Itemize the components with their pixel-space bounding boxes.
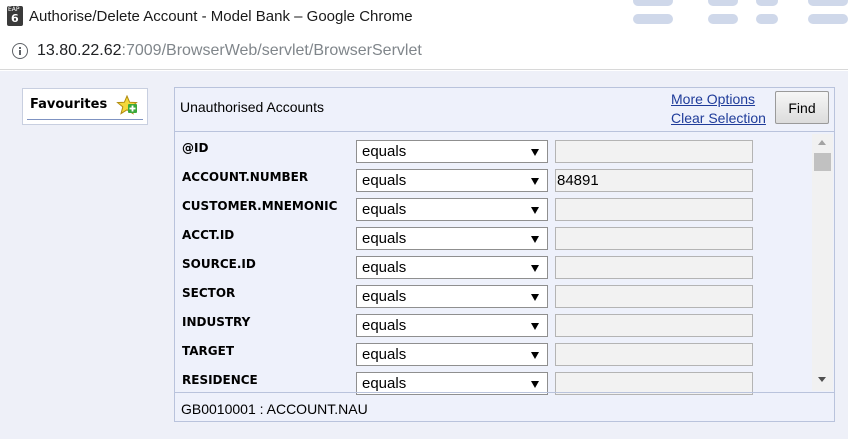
field-label: @ID — [182, 141, 209, 155]
dropdown-arrow-icon — [531, 207, 539, 214]
background-window-blur — [488, 0, 848, 33]
operator-value: equals — [362, 172, 407, 189]
field-label: ACCOUNT.NUMBER — [182, 170, 309, 184]
dropdown-arrow-icon — [531, 381, 539, 388]
app-icon: EAP 6 — [7, 6, 23, 26]
scroll-up-arrow-icon[interactable] — [818, 140, 826, 145]
dropdown-arrow-icon — [531, 149, 539, 156]
value-input[interactable] — [555, 140, 753, 163]
value-input[interactable] — [555, 256, 753, 279]
field-label: RESIDENCE — [182, 373, 258, 387]
value-input[interactable]: 84891 — [555, 169, 753, 192]
field-label: CUSTOMER.MNEMONIC — [182, 199, 338, 213]
operator-value: equals — [362, 259, 407, 276]
favourites-underline — [27, 119, 143, 120]
criteria-row: TARGET equals — [175, 337, 811, 366]
field-label: INDUSTRY — [182, 315, 251, 329]
criteria-row: ACCOUNT.NUMBER equals 84891 — [175, 163, 811, 192]
operator-select[interactable]: equals — [356, 285, 548, 308]
criteria-row: CUSTOMER.MNEMONIC equals — [175, 192, 811, 221]
panel-title: Unauthorised Accounts — [180, 99, 324, 115]
criteria-row: SECTOR equals — [175, 279, 811, 308]
value-input[interactable] — [555, 285, 753, 308]
clear-selection-link[interactable]: Clear Selection — [671, 110, 766, 126]
scroll-down-arrow-icon[interactable] — [818, 377, 826, 382]
dropdown-arrow-icon — [531, 178, 539, 185]
dropdown-arrow-icon — [531, 352, 539, 359]
operator-value: equals — [362, 288, 407, 305]
operator-select[interactable]: equals — [356, 227, 548, 250]
footer-divider — [175, 392, 834, 393]
operator-value: equals — [362, 317, 407, 334]
url-field[interactable]: 13.80.22.62:7009/BrowserWeb/servlet/Brow… — [37, 42, 422, 60]
scrollbar-thumb[interactable] — [814, 153, 831, 171]
value-input[interactable] — [555, 314, 753, 337]
operator-select[interactable]: equals — [356, 314, 548, 337]
operator-value: equals — [362, 201, 407, 218]
add-favourite-star-icon[interactable] — [116, 95, 138, 115]
operator-value: equals — [362, 230, 407, 247]
operator-select[interactable]: equals — [356, 198, 548, 221]
operator-select[interactable]: equals — [356, 169, 548, 192]
info-icon[interactable] — [12, 43, 28, 59]
criteria-row: SOURCE.ID equals — [175, 250, 811, 279]
value-input[interactable] — [555, 343, 753, 366]
criteria-scrollbar[interactable] — [812, 134, 833, 391]
field-label: TARGET — [182, 344, 235, 358]
footer-status-text: GB0010001 : ACCOUNT.NAU — [181, 401, 368, 417]
url-host: 13.80.22.62 — [37, 42, 122, 59]
operator-select[interactable]: equals — [356, 343, 548, 366]
dropdown-arrow-icon — [531, 323, 539, 330]
dropdown-arrow-icon — [531, 236, 539, 243]
operator-value: equals — [362, 375, 407, 392]
header-divider — [175, 131, 834, 132]
criteria-row: @ID equals — [175, 134, 811, 163]
operator-value: equals — [362, 346, 407, 363]
field-label: SECTOR — [182, 286, 236, 300]
criteria-row: ACCT.ID equals — [175, 221, 811, 250]
dropdown-arrow-icon — [531, 265, 539, 272]
operator-select[interactable]: equals — [356, 140, 548, 163]
more-options-link[interactable]: More Options — [671, 91, 755, 107]
url-path: :7009/BrowserWeb/servlet/BrowserServlet — [121, 42, 422, 59]
operator-value: equals — [362, 143, 407, 160]
favourites-label[interactable]: Favourites — [30, 97, 107, 112]
app-icon-text-bottom: 6 — [11, 12, 19, 25]
window-title: Authorise/Delete Account - Model Bank – … — [29, 8, 413, 25]
operator-select[interactable]: equals — [356, 256, 548, 279]
value-input[interactable] — [555, 227, 753, 250]
criteria-row: INDUSTRY equals — [175, 308, 811, 337]
field-label: ACCT.ID — [182, 228, 235, 242]
dropdown-arrow-icon — [531, 294, 539, 301]
find-button[interactable]: Find — [775, 91, 829, 124]
criteria-row: RESIDENCE equals — [175, 366, 811, 395]
value-input[interactable] — [555, 198, 753, 221]
field-label: SOURCE.ID — [182, 257, 256, 271]
